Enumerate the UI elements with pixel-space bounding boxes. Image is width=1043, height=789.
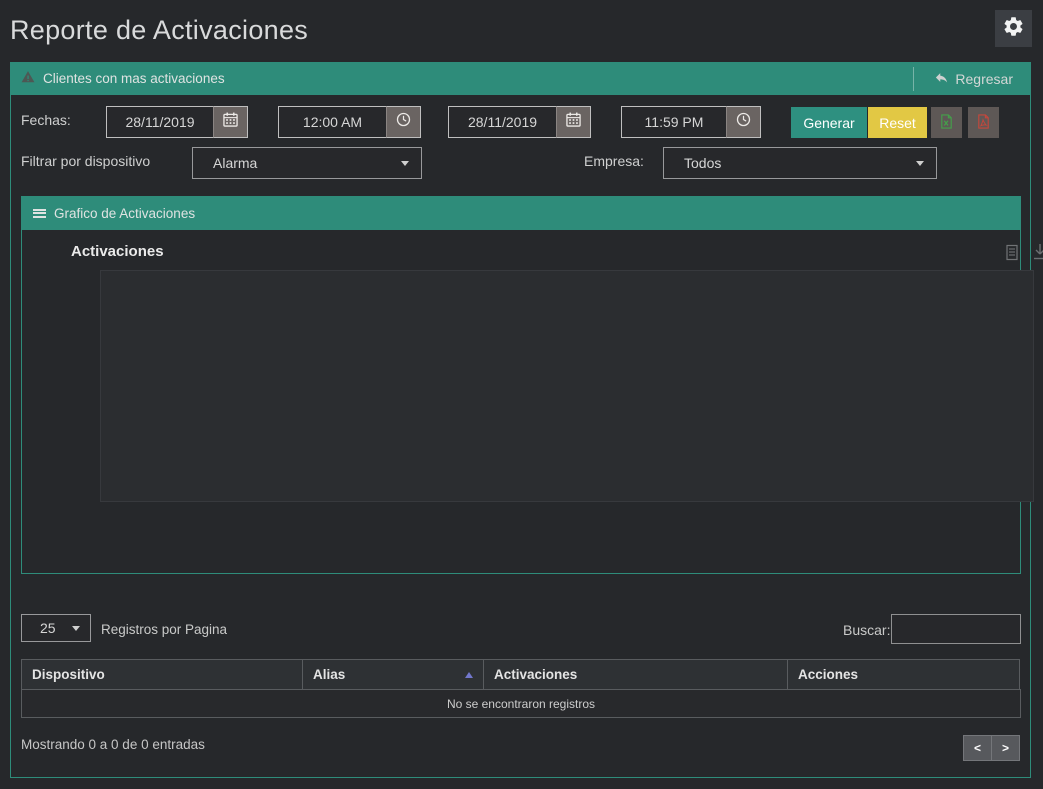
empty-table-message: No se encontraron registros — [21, 689, 1021, 718]
export-pdf-button[interactable] — [968, 107, 999, 138]
chart-panel: Grafico de Activaciones Activaciones — [21, 196, 1021, 574]
pagination: < > — [963, 735, 1020, 761]
chevron-down-icon — [401, 161, 409, 166]
clock-icon — [736, 112, 751, 132]
search-label: Buscar: — [843, 622, 890, 638]
back-arrow-icon — [934, 70, 949, 88]
previous-page-button[interactable]: < — [963, 735, 992, 761]
page-size-select[interactable]: 25 — [21, 614, 91, 642]
chart-panel-title: Grafico de Activaciones — [54, 206, 195, 221]
company-select[interactable]: Todos — [663, 147, 937, 179]
chart-plot-area — [100, 270, 1034, 502]
page-size-label: Registros por Pagina — [101, 622, 227, 637]
pdf-file-icon — [976, 114, 991, 132]
column-header-dispositivo[interactable]: Dispositivo — [21, 659, 303, 690]
time-to-group — [621, 106, 761, 138]
column-label: Activaciones — [494, 667, 577, 682]
results-table: Dispositivo Alias Activaciones Acciones … — [21, 659, 1021, 718]
time-to-input[interactable] — [621, 106, 726, 138]
clock-icon — [396, 112, 411, 132]
panel-body: Fechas: — [10, 95, 1031, 778]
chart-panel-header: Grafico de Activaciones — [21, 196, 1021, 230]
calendar-icon — [223, 112, 238, 132]
page-size-value: 25 — [40, 620, 56, 636]
entries-summary: Mostrando 0 a 0 de 0 entradas — [21, 737, 205, 752]
back-button[interactable]: Regresar — [928, 70, 1013, 88]
column-header-activaciones[interactable]: Activaciones — [483, 659, 788, 690]
back-label: Regresar — [955, 71, 1013, 87]
export-excel-button[interactable] — [931, 107, 962, 138]
header-divider — [913, 67, 914, 91]
device-filter-label: Filtrar por dispositivo — [21, 153, 150, 169]
time-from-group — [278, 106, 421, 138]
sort-asc-icon — [465, 672, 473, 678]
dates-label: Fechas: — [21, 112, 71, 128]
panel-header: Clientes con mas activaciones Regresar — [10, 62, 1031, 95]
next-page-button[interactable]: > — [991, 735, 1020, 761]
column-label: Acciones — [798, 667, 858, 682]
chart-area: Activaciones — [21, 230, 1021, 574]
date-to-calendar-button[interactable] — [556, 106, 591, 138]
company-select-value: Todos — [684, 155, 721, 171]
date-to-group — [448, 106, 591, 138]
activations-report-page: Reporte de Activaciones Clientes con mas… — [0, 0, 1043, 789]
generate-button[interactable]: Generar — [791, 107, 867, 138]
date-from-input[interactable] — [106, 106, 213, 138]
column-header-acciones[interactable]: Acciones — [787, 659, 1020, 690]
settings-button[interactable] — [995, 10, 1032, 47]
device-select[interactable]: Alarma — [192, 147, 422, 179]
page-title: Reporte de Activaciones — [10, 15, 308, 46]
table-header-row: Dispositivo Alias Activaciones Acciones — [21, 659, 1021, 690]
report-panel: Clientes con mas activaciones Regresar F… — [10, 62, 1031, 778]
chevron-down-icon — [916, 161, 924, 166]
column-label: Dispositivo — [32, 667, 105, 682]
company-label: Empresa: — [584, 153, 644, 169]
panel-title: Clientes con mas activaciones — [43, 71, 225, 86]
reset-button[interactable]: Reset — [868, 107, 927, 138]
time-from-clock-button[interactable] — [386, 106, 421, 138]
chart-title: Activaciones — [71, 243, 164, 260]
chevron-down-icon — [72, 626, 80, 631]
date-to-input[interactable] — [448, 106, 556, 138]
date-from-calendar-button[interactable] — [213, 106, 248, 138]
search-input[interactable] — [891, 614, 1021, 644]
warning-icon — [21, 70, 35, 87]
clipped-export-icon[interactable] — [1032, 243, 1043, 266]
date-from-group — [106, 106, 248, 138]
gear-icon — [1002, 15, 1025, 43]
device-select-value: Alarma — [213, 155, 257, 171]
chart-export-icon[interactable] — [1004, 244, 1020, 266]
column-header-alias[interactable]: Alias — [302, 659, 484, 690]
excel-file-icon — [939, 114, 954, 132]
calendar-icon — [566, 112, 581, 132]
time-from-input[interactable] — [278, 106, 386, 138]
column-label: Alias — [313, 667, 345, 682]
menu-icon — [33, 209, 46, 218]
time-to-clock-button[interactable] — [726, 106, 761, 138]
